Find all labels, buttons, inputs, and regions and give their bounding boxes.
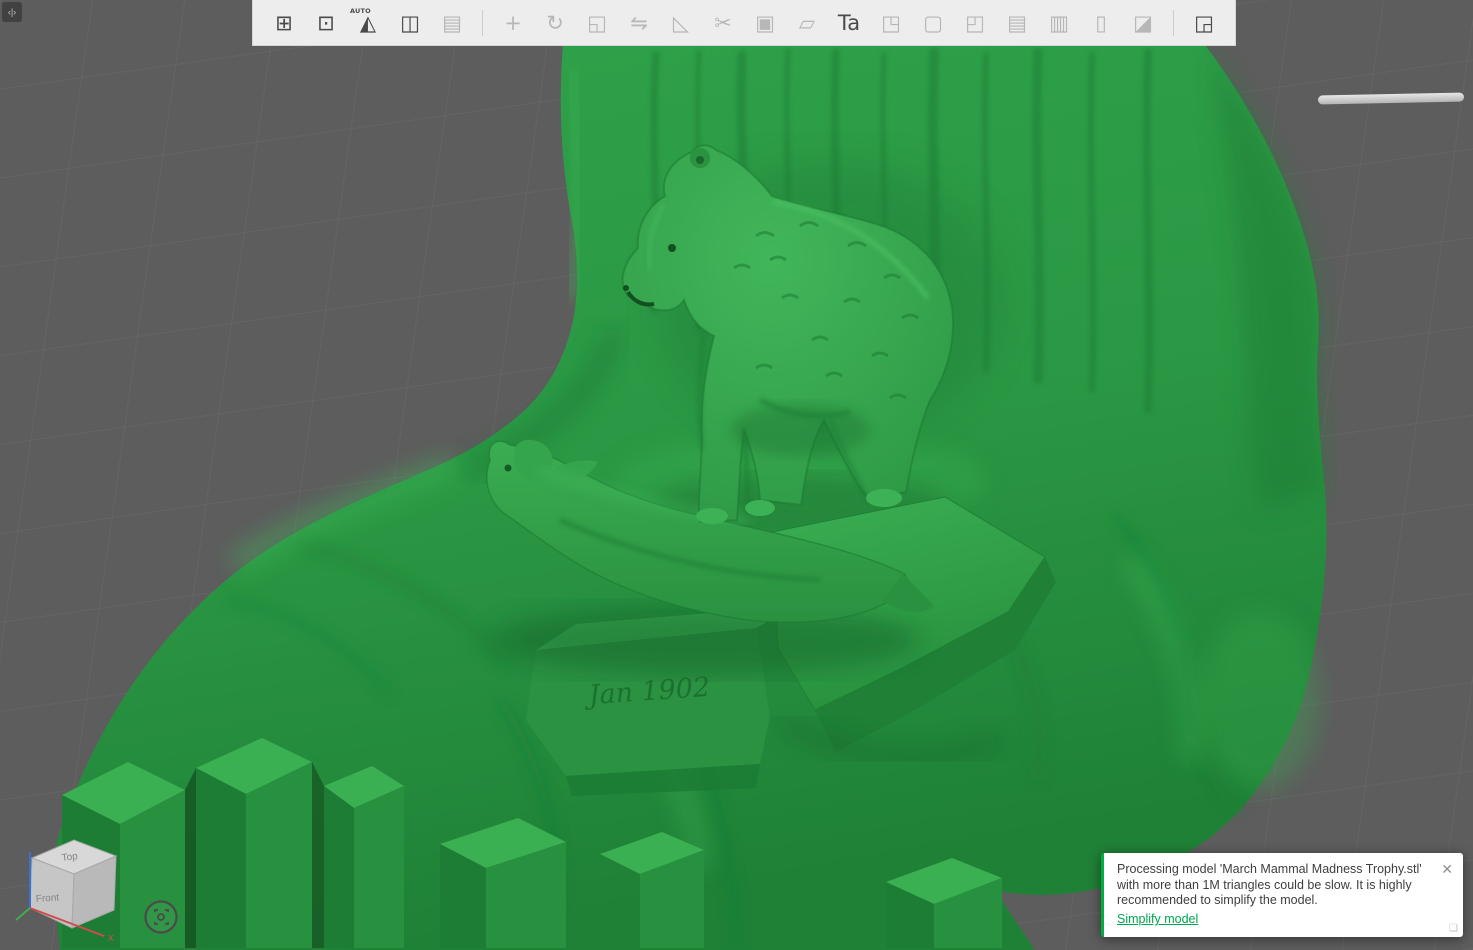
cube-outline-icon: ▢ — [923, 10, 943, 35]
move-icon: + — [504, 10, 522, 35]
scale-icon: ◱ — [587, 10, 607, 35]
cube-front-label: Front — [35, 892, 59, 905]
rotate-icon: ↻ — [546, 10, 564, 35]
toolbar-separator — [482, 9, 483, 36]
notification-toast: Processing model 'March Mammal Madness T… — [1101, 852, 1463, 937]
text-tool-icon[interactable]: Ta — [834, 7, 864, 39]
view-center-button[interactable] — [142, 898, 180, 936]
main-toolbar: ⊞ ⊡ ◭ AUTO ◫ ▤ + ↻ ◱ ⇋ ◺ ✂ ▣ ▱ Ta ◳ ▢ ◰ ▤ ▥ ▯ ◪ ◲ — [252, 0, 1236, 46]
clone-icon: ▣ — [755, 10, 775, 35]
skew-icon: ▱ — [798, 10, 816, 35]
toast-grip-icon: ❏ — [1449, 923, 1458, 934]
expand-selection-icon: ◰ — [965, 10, 985, 35]
toolbar-separator — [1173, 9, 1174, 36]
x-axis-label: x — [108, 932, 114, 944]
view-center-ring — [144, 900, 178, 934]
mesh-frame-icon: ◳ — [881, 10, 901, 35]
lay-on-face-icon: ◺ — [672, 10, 690, 35]
cube-top-label: Top — [61, 851, 79, 864]
simplify-model-link[interactable]: Simplify model — [1117, 912, 1198, 926]
toast-message: Processing model 'March Mammal Madness T… — [1117, 861, 1422, 908]
panel-collapse-icon[interactable]: ‹|› — [2, 2, 22, 22]
toast-close-icon[interactable]: ✕ — [1441, 862, 1453, 876]
add-object-icon[interactable]: ⊞ — [269, 7, 299, 39]
auto-orient-icon[interactable]: ◭ AUTO — [350, 6, 383, 39]
scene-canvas[interactable]: Jan 1902 — [0, 0, 1473, 950]
assembly-view-icon[interactable]: ◲ — [1189, 7, 1219, 39]
right-mass-highlight — [1200, 610, 1320, 790]
arrange-icon[interactable]: ◫ — [395, 7, 425, 39]
y-axis-line — [15, 907, 31, 921]
mirror-icon: ⇋ — [630, 10, 648, 35]
copy-icon: ▥ — [1049, 10, 1069, 35]
add-plate-icon[interactable]: ⊡ — [311, 7, 341, 39]
variable-layer-icon: ▤ — [442, 10, 462, 35]
orientation-cube[interactable]: Top Front x — [12, 824, 142, 946]
eraser-icon: ◪ — [1133, 10, 1153, 35]
auto-badge: AUTO — [350, 6, 371, 15]
cut-icon: ✂ — [714, 10, 732, 35]
process-icon: ▯ — [1095, 10, 1107, 35]
stack-icon: ▤ — [1007, 10, 1027, 35]
